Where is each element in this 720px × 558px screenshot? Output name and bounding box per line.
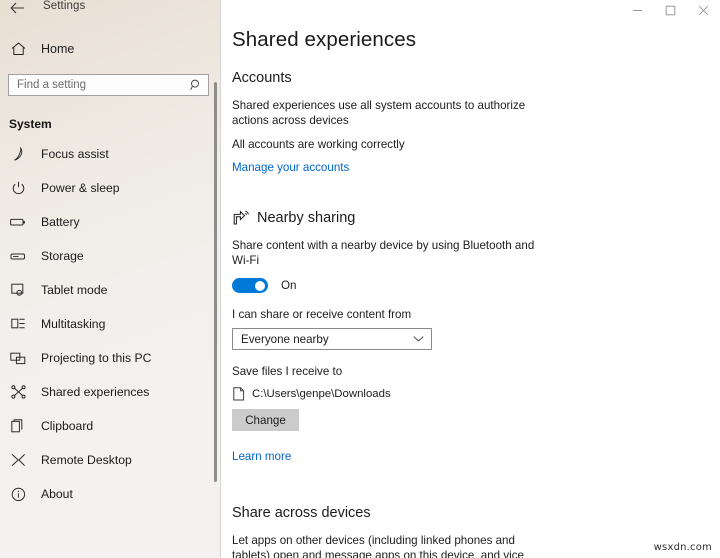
sidebar-titlebar: Settings (0, 0, 221, 16)
app-title: Settings (43, 0, 86, 12)
sidebar-item-label: Battery (41, 215, 80, 229)
toggle-knob (255, 280, 265, 291)
moon-icon (10, 146, 26, 162)
shared-experiences-icon (10, 384, 26, 400)
watermark: wsxdn.com (653, 542, 712, 553)
sidebar-item-label: Projecting to this PC (41, 351, 152, 365)
sidebar-item-clipboard[interactable]: Clipboard (0, 409, 221, 443)
sidebar-item-label: Storage (41, 249, 84, 263)
share-across-devices-heading: Share across devices (232, 505, 371, 521)
accounts-status-text: All accounts are working correctly (232, 138, 405, 151)
change-save-location-button[interactable]: Change (232, 409, 299, 431)
chevron-down-icon (413, 334, 424, 345)
learn-more-link[interactable]: Learn more (232, 450, 291, 463)
nearby-sharing-toggle[interactable] (232, 278, 268, 293)
sidebar-item-label: Tablet mode (41, 283, 108, 297)
navigation-sidebar: Settings Home System (0, 0, 221, 558)
sidebar-item-tablet-mode[interactable]: Tablet mode (0, 273, 221, 307)
sidebar-item-about[interactable]: About (0, 477, 221, 511)
settings-window: Settings Home System (0, 0, 720, 558)
nearby-sharing-toggle-state: On (281, 279, 297, 292)
sidebar-item-label: About (41, 487, 73, 501)
back-arrow-icon[interactable] (9, 1, 25, 15)
save-path-text: C:\Users\genpe\Downloads (252, 387, 391, 400)
sidebar-scrollbar[interactable] (214, 0, 218, 558)
storage-icon (10, 248, 26, 264)
sidebar-item-focus-assist[interactable]: Focus assist (0, 137, 221, 171)
folder-icon (232, 386, 245, 401)
sidebar-item-label: Focus assist (41, 147, 109, 161)
clipboard-icon (10, 418, 26, 434)
share-from-dropdown[interactable]: Everyone nearby (232, 328, 432, 350)
nearby-share-icon (232, 209, 250, 227)
tablet-icon (10, 282, 26, 298)
projecting-icon (10, 350, 26, 366)
info-icon (10, 486, 26, 502)
save-files-label: Save files I receive to (232, 365, 343, 378)
page-title: Shared experiences (232, 28, 417, 51)
share-from-label: I can share or receive content from (232, 308, 412, 321)
remote-desktop-icon (10, 452, 26, 468)
sidebar-item-shared-experiences[interactable]: Shared experiences (0, 375, 221, 409)
sidebar-scrollbar-thumb[interactable] (214, 82, 217, 482)
accounts-description: Shared experiences use all system accoun… (232, 99, 526, 127)
sidebar-nav-list: Focus assist Power & sleep Battery Stora… (0, 137, 221, 511)
battery-icon (10, 214, 26, 230)
sidebar-item-label: Power & sleep (41, 181, 120, 195)
sidebar-item-remote-desktop[interactable]: Remote Desktop (0, 443, 221, 477)
sidebar-item-storage[interactable]: Storage (0, 239, 221, 273)
sidebar-item-label: Shared experiences (41, 385, 150, 399)
multitasking-icon (10, 316, 26, 332)
search-input[interactable] (17, 79, 189, 91)
nearby-sharing-toggle-row: On (232, 278, 720, 293)
sidebar-group-heading: System (9, 117, 52, 131)
power-icon (10, 180, 26, 196)
close-button[interactable] (687, 0, 720, 20)
home-icon (10, 41, 26, 57)
sidebar-item-label: Multitasking (41, 317, 106, 331)
accounts-section-heading: Accounts (232, 70, 292, 86)
sidebar-item-label: Clipboard (41, 419, 94, 433)
sidebar-item-multitasking[interactable]: Multitasking (0, 307, 221, 341)
sidebar-home-label: Home (41, 42, 75, 56)
settings-content: Shared experiences Accounts Shared exper… (221, 0, 720, 558)
share-across-devices-description: Let apps on other devices (including lin… (232, 534, 524, 558)
sidebar-item-home[interactable]: Home (0, 34, 221, 64)
search-box[interactable] (8, 74, 209, 96)
window-controls (621, 0, 720, 20)
sidebar-item-power-and-sleep[interactable]: Power & sleep (0, 171, 221, 205)
search-icon (189, 79, 202, 92)
sidebar-item-projecting-to-this-pc[interactable]: Projecting to this PC (0, 341, 221, 375)
maximize-button[interactable] (654, 0, 687, 20)
sidebar-item-label: Remote Desktop (41, 453, 132, 467)
save-path-row: C:\Users\genpe\Downloads (232, 386, 720, 401)
nearby-sharing-heading-label: Nearby sharing (257, 210, 356, 226)
share-from-selected-value: Everyone nearby (241, 332, 329, 346)
main-content-pane: Shared experiences Accounts Shared exper… (221, 0, 720, 558)
nearby-sharing-description: Share content with a nearby device by us… (232, 239, 535, 267)
minimize-button[interactable] (621, 0, 654, 20)
manage-your-accounts-link[interactable]: Manage your accounts (232, 161, 349, 174)
nearby-sharing-section-heading: Nearby sharing (232, 209, 720, 227)
sidebar-item-battery[interactable]: Battery (0, 205, 221, 239)
